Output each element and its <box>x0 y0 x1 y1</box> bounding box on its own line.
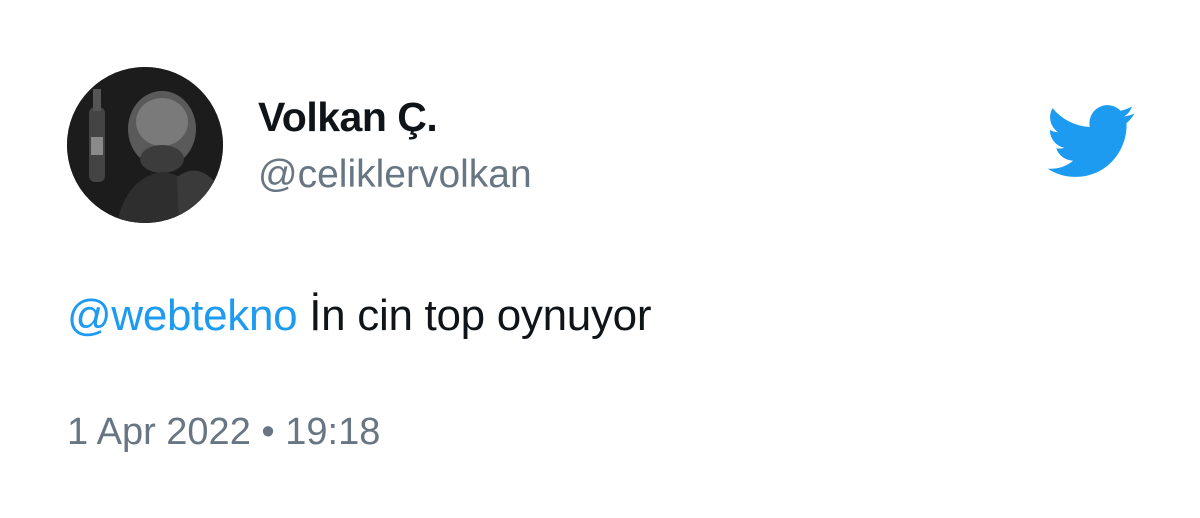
twitter-bird-icon <box>1047 105 1135 177</box>
tweet-time: 19:18 <box>285 411 381 453</box>
meta-separator: • <box>250 411 286 453</box>
tweet-timestamp[interactable]: 1 Apr 2022 • 19:18 <box>67 411 380 454</box>
mention-link[interactable]: @webtekno <box>67 291 298 340</box>
avatar[interactable] <box>67 67 223 223</box>
tweet-body: İn cin top oynuyor <box>297 291 652 340</box>
display-name[interactable]: Volkan Ç. <box>258 94 438 141</box>
tweet-date: 1 Apr 2022 <box>67 411 251 453</box>
user-handle[interactable]: @celiklervolkan <box>258 153 532 197</box>
tweet-text: @webtekno İn cin top oynuyor <box>67 291 651 341</box>
avatar-photo <box>67 67 223 223</box>
